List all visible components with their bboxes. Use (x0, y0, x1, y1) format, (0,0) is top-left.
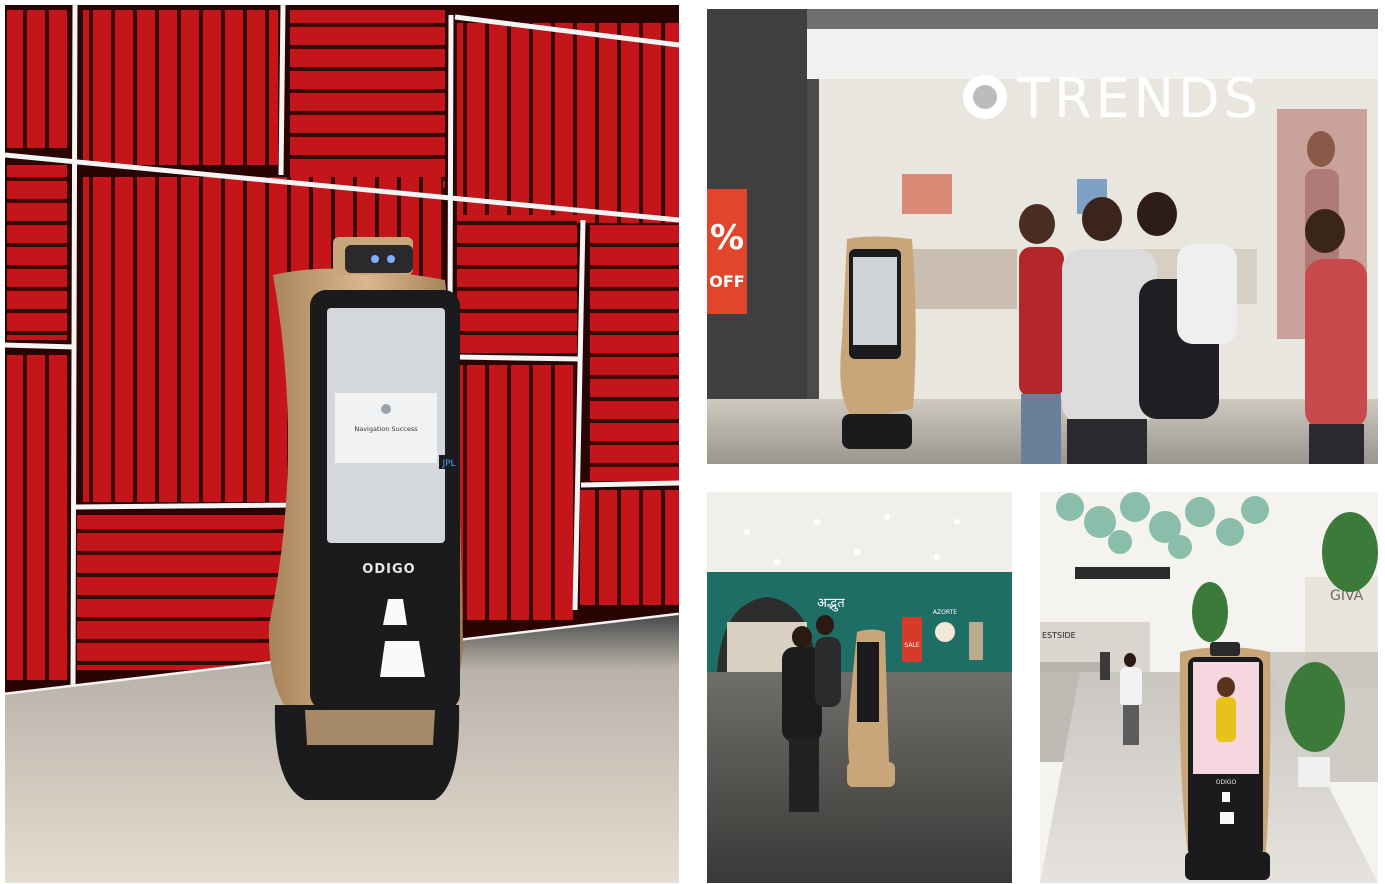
robot: Navigation Success ODIGO JPL (268, 237, 463, 800)
promo-percent: % (710, 218, 744, 258)
store-sign: TRENDS (1016, 67, 1262, 130)
screen-title: Navigation Success (354, 425, 418, 433)
scene-trends-store: TRENDS % OFF (707, 9, 1378, 464)
robot-brand-label: ODIGO (362, 562, 415, 577)
side-badge: JPL (441, 459, 455, 469)
azorte-sign: AZORTE (933, 609, 957, 616)
sale-poster (902, 617, 922, 662)
robot-brand-label: ODIGO (1216, 779, 1237, 786)
robot (840, 236, 916, 449)
store-sign-hindi: अद्भुत (817, 596, 845, 612)
photo-robot-mall-corridor: अद्भुत SALE AZORTE (707, 492, 1012, 883)
westside-sign: ESTSIDE (1042, 631, 1076, 640)
robot: ODIGO (1179, 642, 1271, 880)
scene-red-wall: Navigation Success ODIGO JPL (5, 5, 679, 883)
robot-light-lower (380, 641, 425, 677)
photo-robot-trends-store: TRENDS % OFF (707, 9, 1378, 464)
scene-mall-corridor: अद्भुत SALE AZORTE (707, 492, 1012, 883)
scene-walkway: ESTSIDE GIVA ODIGO (1040, 492, 1378, 883)
promo-off: OFF (709, 272, 744, 291)
photo-robot-red-wall: Navigation Success ODIGO JPL (5, 5, 679, 883)
sale-sign: SALE (904, 642, 919, 649)
photo-robot-walkway: ESTSIDE GIVA ODIGO (1040, 492, 1378, 883)
